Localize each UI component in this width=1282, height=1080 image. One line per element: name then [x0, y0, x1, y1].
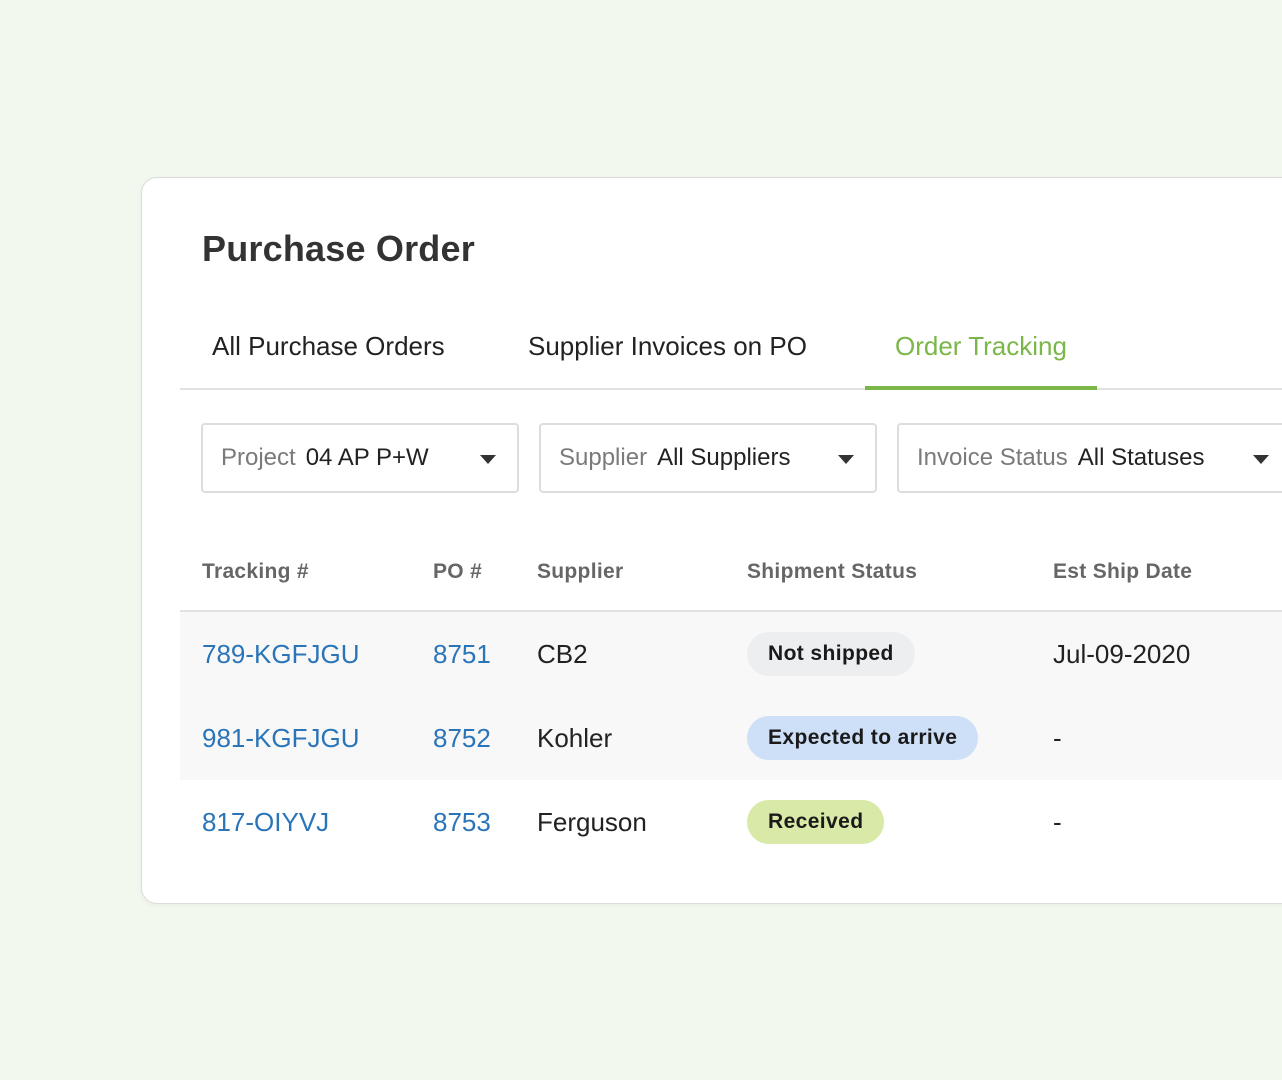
- project-filter-label: Project: [221, 444, 296, 471]
- tracking-number-link[interactable]: 817-OIYVJ: [202, 780, 329, 864]
- supplier-cell: Ferguson: [537, 807, 647, 837]
- tab-supplier-invoices-on-po[interactable]: Supplier Invoices on PO: [528, 308, 807, 388]
- supplier-cell: CB2: [537, 639, 588, 669]
- page-title: Purchase Order: [202, 228, 475, 269]
- tracking-number-link[interactable]: 981-KGFJGU: [202, 696, 360, 780]
- column-header-est-ship-date[interactable]: Est Ship Date: [1053, 560, 1192, 584]
- project-filter-value: 04 AP P+W: [305, 444, 429, 471]
- table-header: Tracking # PO # Supplier Shipment Status…: [180, 538, 1282, 612]
- est-ship-date-cell: Jul-09-2020: [1053, 639, 1191, 669]
- est-ship-date-cell: -: [1053, 807, 1062, 837]
- column-header-supplier[interactable]: Supplier: [537, 560, 623, 584]
- tab-bar: All Purchase Orders Supplier Invoices on…: [180, 308, 1282, 390]
- caret-down-icon: [838, 455, 854, 464]
- status-badge: Not shipped: [747, 632, 915, 676]
- tracking-number-link[interactable]: 789-KGFJGU: [202, 612, 360, 696]
- purchase-order-card: Purchase Order All Purchase Orders Suppl…: [141, 177, 1282, 904]
- po-number-link[interactable]: 8751: [433, 612, 491, 696]
- order-tracking-table: Tracking # PO # Supplier Shipment Status…: [180, 538, 1282, 864]
- project-filter-dropdown[interactable]: Project 04 AP P+W: [201, 423, 519, 493]
- status-badge: Received: [747, 800, 885, 844]
- table-row[interactable]: 981-KGFJGU 8752 Kohler Expected to arriv…: [180, 696, 1282, 780]
- supplier-filter-value: All Suppliers: [657, 444, 791, 471]
- tab-order-tracking[interactable]: Order Tracking: [865, 308, 1097, 390]
- invoice-status-filter-value: All Statuses: [1077, 444, 1205, 471]
- po-number-link[interactable]: 8753: [433, 780, 491, 864]
- supplier-cell: Kohler: [537, 723, 613, 753]
- caret-down-icon: [1253, 455, 1269, 464]
- invoice-status-filter-dropdown[interactable]: Invoice Status All Statuses: [897, 423, 1282, 493]
- table-row[interactable]: 789-KGFJGU 8751 CB2 Not shipped Jul-09-2…: [180, 612, 1282, 696]
- po-number-link[interactable]: 8752: [433, 696, 491, 780]
- column-header-po[interactable]: PO #: [433, 560, 482, 584]
- tab-all-purchase-orders[interactable]: All Purchase Orders: [212, 308, 445, 388]
- supplier-filter-dropdown[interactable]: Supplier All Suppliers: [539, 423, 877, 493]
- column-header-shipment-status[interactable]: Shipment Status: [747, 560, 917, 584]
- caret-down-icon: [480, 455, 496, 464]
- supplier-filter-label: Supplier: [559, 444, 648, 471]
- table-row[interactable]: 817-OIYVJ 8753 Ferguson Received -: [180, 780, 1282, 864]
- invoice-status-filter-label: Invoice Status: [917, 444, 1068, 471]
- column-header-tracking[interactable]: Tracking #: [202, 560, 309, 584]
- est-ship-date-cell: -: [1053, 723, 1062, 753]
- status-badge: Expected to arrive: [747, 716, 979, 760]
